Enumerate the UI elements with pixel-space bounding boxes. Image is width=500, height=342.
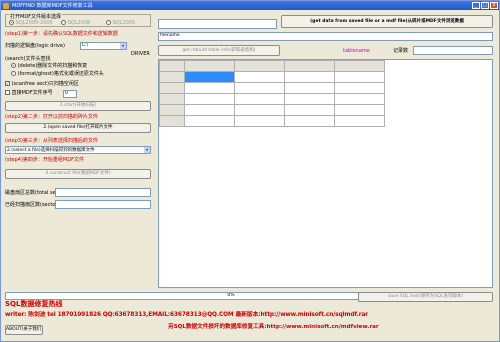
total-sector-field bbox=[55, 188, 151, 197]
version-option-3[interactable]: SQL2005 bbox=[106, 20, 135, 26]
grid-cell[interactable] bbox=[184, 104, 235, 116]
grid-cell[interactable] bbox=[284, 82, 335, 94]
search-label: (search)文件头查找 bbox=[5, 56, 51, 62]
app-window: MDFFIND 数据库MDF文件修复工具 _ □ x 打开MDF文件版本选择 S… bbox=[0, 0, 500, 342]
grid-row-header[interactable] bbox=[159, 71, 185, 83]
step1-label: (step1)第一步：请先确认SQL数据文件和逻辑数据 bbox=[5, 31, 118, 37]
window-title: MDFFIND 数据库MDF文件修复工具 bbox=[12, 3, 93, 9]
mdf-num-option[interactable]: 直接MDF文件序号 bbox=[5, 90, 53, 96]
start-scan-button[interactable]: 1.start(开始扫描) bbox=[5, 101, 151, 111]
grid-cell[interactable] bbox=[334, 82, 385, 94]
grid-cell[interactable] bbox=[284, 115, 335, 127]
grid-cell[interactable] bbox=[334, 104, 385, 116]
search-option-delete[interactable]: (delete)删除文件的扫描和恢复 bbox=[11, 63, 87, 69]
grid-header-cell[interactable] bbox=[334, 60, 385, 72]
grid-cell[interactable] bbox=[284, 104, 335, 116]
app-icon bbox=[3, 2, 9, 9]
grid-cell[interactable] bbox=[184, 82, 235, 94]
maximize-icon[interactable]: □ bbox=[481, 2, 489, 9]
save-sql-button[interactable]: save SQL text(保存为SQL语句脚本) bbox=[358, 292, 493, 302]
grid-cell[interactable] bbox=[184, 115, 235, 127]
drive-label: 扫描的逻辑盘(logic drive) bbox=[5, 43, 65, 49]
tablename-label: tablename bbox=[343, 48, 370, 54]
top-path-input[interactable] bbox=[158, 19, 277, 29]
radio-icon[interactable] bbox=[61, 20, 66, 25]
open-saved-file-button[interactable]: 2.(open saved file)打开碎片文件 bbox=[5, 123, 151, 133]
about-button[interactable]: ABOUT(关于我们) bbox=[5, 325, 43, 335]
hotline-label: SQL数据修复热线 bbox=[5, 300, 63, 308]
grid-row-header[interactable] bbox=[159, 104, 185, 116]
grid-corner-cell bbox=[159, 60, 185, 72]
grid-cell[interactable] bbox=[334, 93, 385, 105]
grid-cell[interactable] bbox=[334, 115, 385, 127]
radio-icon[interactable] bbox=[106, 20, 111, 25]
contact-line[interactable]: writer: 陈剑波 tel 18701091826 QQ:63678313,… bbox=[5, 309, 368, 318]
grid-cell[interactable] bbox=[234, 71, 285, 83]
radio-icon[interactable] bbox=[11, 63, 16, 68]
get-table-info-button[interactable]: get rebuild table info(获取表结构) bbox=[158, 45, 280, 56]
step4-label: (step4)第四步：开始重组MDF文件 bbox=[5, 157, 84, 163]
version-option-2[interactable]: SQL2008 bbox=[61, 20, 90, 26]
sector-done-field bbox=[55, 200, 151, 209]
grid-cell[interactable] bbox=[284, 71, 335, 83]
data-grid[interactable] bbox=[158, 59, 493, 288]
reconstruct-button[interactable]: 4.construct file(重组MDF文件) bbox=[5, 169, 151, 179]
radio-icon[interactable] bbox=[11, 71, 16, 76]
record-count-field bbox=[413, 46, 493, 55]
scan-free-option[interactable]: ✓ (scanfree sect)只扫描空闲区 bbox=[5, 81, 79, 87]
record-count-label: 记录数 bbox=[393, 48, 409, 54]
drive-select[interactable]: C:\ ▾ bbox=[80, 42, 127, 50]
grid-header-cell[interactable] bbox=[184, 60, 235, 72]
minimize-icon[interactable]: _ bbox=[472, 2, 480, 9]
radio-icon[interactable] bbox=[9, 20, 14, 25]
grid-row-header[interactable] bbox=[159, 82, 185, 94]
mdf-num-input[interactable]: 0 bbox=[63, 90, 77, 98]
grid-cell[interactable] bbox=[234, 93, 285, 105]
step3-label: (step3)第三步：从列表选择扫描后的文件 bbox=[5, 138, 98, 144]
grid-cell[interactable] bbox=[284, 93, 335, 105]
get-data-button[interactable]: (get data from saved file or a mdf file)… bbox=[281, 15, 493, 28]
version-group: 打开MDF文件版本选择 SQL2000-2005 SQL2008 SQL2005 bbox=[5, 14, 151, 27]
grid-cell-selected[interactable] bbox=[184, 71, 235, 83]
grid-row-header[interactable] bbox=[159, 93, 185, 105]
grid-cell[interactable] bbox=[234, 104, 285, 116]
grid-cell[interactable] bbox=[234, 115, 285, 127]
progress-percent: 0% bbox=[227, 293, 235, 298]
grid-cell[interactable] bbox=[334, 71, 385, 83]
filename-input[interactable]: filename bbox=[158, 32, 493, 41]
grid-cell[interactable] bbox=[184, 93, 235, 105]
grid-row-header[interactable] bbox=[159, 115, 185, 127]
checkbox-icon[interactable] bbox=[5, 90, 10, 95]
checkbox-icon[interactable]: ✓ bbox=[5, 81, 10, 86]
grid-cell[interactable] bbox=[234, 82, 285, 94]
close-icon[interactable]: x bbox=[490, 2, 498, 9]
step2-label: (step2)第二步：打开以前扫描的碎片文件 bbox=[5, 114, 98, 120]
search-option-format[interactable]: (format/ghost)格式化或误还原文件头 bbox=[11, 71, 104, 77]
grid-header-cell[interactable] bbox=[234, 60, 285, 72]
version-option-1[interactable]: SQL2000-2005 bbox=[9, 20, 53, 26]
table-select[interactable]: 2.(select a file)选择扫描得到的数据库文件 ▾ bbox=[5, 146, 151, 154]
other-tool-link[interactable]: 另SQL数据文件损坏的数据库修复工具:http://www.minisoft.c… bbox=[168, 322, 379, 330]
chevron-down-icon[interactable]: ▾ bbox=[120, 43, 126, 49]
driver-tag: DRIVER bbox=[131, 51, 150, 57]
grid-header-cell[interactable] bbox=[284, 60, 335, 72]
chevron-down-icon[interactable]: ▾ bbox=[144, 147, 150, 153]
title-bar[interactable]: MDFFIND 数据库MDF文件修复工具 _ □ x bbox=[1, 1, 499, 10]
